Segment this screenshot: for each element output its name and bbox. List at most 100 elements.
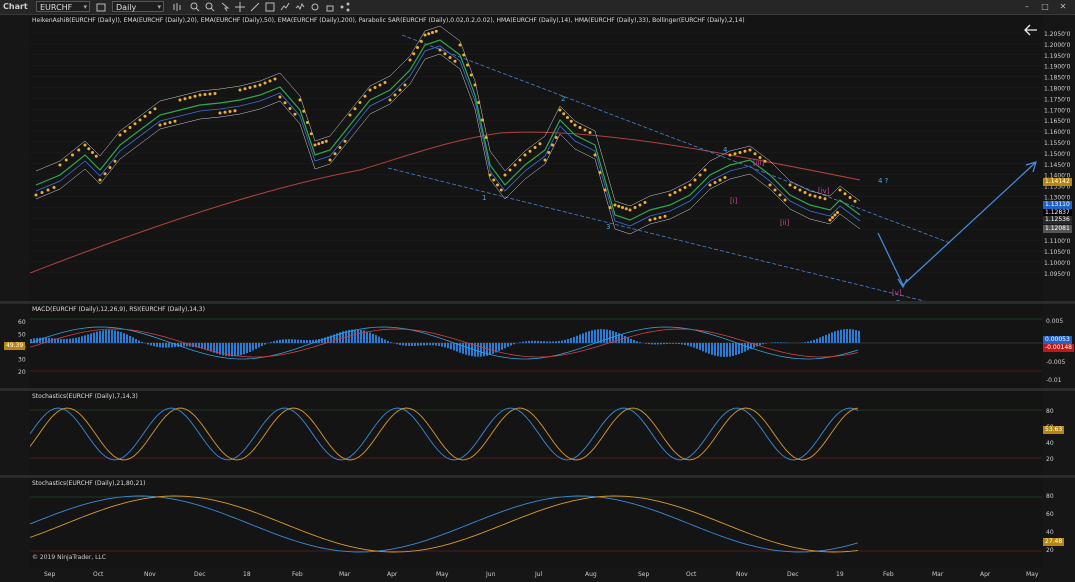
macd-histogram-bar [390,342,392,343]
macd-histogram-bar [501,343,503,350]
macd-rsi-panel[interactable]: MACD(EURCHF (Daily),12,26,9), RSI(EURCHF… [29,304,1042,388]
price-indicator-label: HeikenAshi8(EURCHF (Daily)), EMA(EURCHF … [32,17,745,24]
wave-label: 3 [606,223,610,231]
chart-menu-button[interactable]: Chart [3,1,28,12]
pointer-icon[interactable] [220,2,230,12]
sar-dot [718,178,722,182]
properties-icon[interactable] [310,2,320,12]
bar-type-icon[interactable] [172,2,182,12]
interval-selector[interactable]: Daily ▾ [112,1,164,12]
sar-dot [698,173,702,177]
sar-dot [668,193,672,197]
sar-dot [393,93,397,97]
macd-histogram-bar [744,343,746,352]
close-button[interactable]: ✕ [1058,2,1068,12]
macd-chart [29,318,1042,372]
macd-histogram-bar [102,330,104,343]
macd-histogram-bar [468,343,470,356]
instrument-selector[interactable]: EURCHF ▾ [36,1,90,12]
zoom-out-icon[interactable] [205,2,215,12]
time-axis-label: Oct [93,571,104,578]
macd-histogram-bar [552,341,554,343]
macd-histogram-bar [777,342,779,343]
macd-histogram-bar [297,339,299,343]
macd-histogram-bar [378,336,380,343]
macd-histogram-bar [651,343,653,345]
price-chart: 12344 ?5[i][ii][iii][iv][v] [29,25,1042,307]
sar-dot [788,183,792,187]
wave-label: [iii] [753,159,765,167]
share-icon[interactable] [340,2,350,12]
macd-histogram-bar [627,337,629,343]
sar-dot [469,73,473,77]
lock-icon[interactable] [325,2,335,12]
sar-dot [566,116,569,119]
macd-histogram-bar [429,343,431,346]
macd-histogram-bar [477,343,479,357]
macd-histogram-bar [606,329,608,343]
macd-histogram-bar [264,343,266,345]
sar-dot [438,48,442,52]
maximize-button[interactable]: □ [1040,2,1050,12]
sar-dot [653,217,657,221]
macd-histogram-bar [765,343,767,344]
sar-dot [663,214,667,218]
macd-histogram-bar [684,343,686,345]
zoom-in-icon[interactable] [190,2,200,12]
minimize-button[interactable]: – [1022,2,1032,12]
sar-dot [551,143,554,147]
calendar-icon[interactable] [96,2,106,12]
macd-indicator-label: MACD(EURCHF (Daily),12,26,9), RSI(EURCHF… [32,306,205,313]
drawing-tools-icon[interactable] [250,2,260,12]
strategies-icon[interactable] [280,2,290,12]
sar-dot [178,98,182,102]
macd-histogram-bar [657,343,659,345]
sar-dot [678,188,682,192]
macd-histogram-bar [702,343,704,352]
stoch-slow-axis-label: 40 [1046,529,1054,536]
macd-histogram-bar [162,343,164,348]
sar-dot [492,178,496,182]
macd-histogram-bar [498,343,500,352]
crosshair-icon[interactable] [235,2,245,12]
macd-histogram-bar [300,339,302,343]
price-axis-label: 1.1500'0 [1044,151,1071,158]
sar-dot [628,208,632,212]
macd-histogram-bar [126,334,128,343]
price-panel[interactable]: HeikenAshi8(EURCHF (Daily)), EMA(EURCHF … [29,15,1042,307]
price-axis[interactable]: 1.2050'0 1.2000'0 1.1950'0 1.1900'0 1.1850'0… [1042,15,1075,301]
macd-histogram-bar [285,339,287,343]
sar-dot [317,142,321,146]
macd-histogram-bar [594,329,596,343]
stochastics-slow-panel[interactable]: Stochastics(EURCHF (Daily),21,80,21) © 2… [29,478,1042,568]
time-axis-label: 18 [243,571,251,578]
macd-histogram-bar [555,341,557,343]
sar-dot [398,88,402,92]
templates-icon[interactable] [265,2,275,12]
macd-histogram-bar [837,330,839,343]
macd-histogram-bar [573,336,575,343]
stochastics-fast-panel[interactable]: Stochastics(EURCHF (Daily),7,14,3) [29,391,1042,475]
sar-dot [818,196,822,199]
stoch-slow-label: Stochastics(EURCHF (Daily),21,80,21) [32,480,146,487]
sar-dot [569,119,573,123]
sar-dot [496,183,499,187]
macd-histogram-bar [729,343,731,357]
sar-dot [633,206,637,209]
macd-histogram-bar [246,343,248,354]
price-axis-label: 1.1750'0 [1044,96,1071,103]
price-axis-label: 1.1950'0 [1044,53,1071,60]
macd-histogram-bar [576,335,578,343]
macd-histogram-bar [588,331,590,343]
macd-histogram-bar [483,343,485,357]
stoch-slow-axis-label: 20 [1046,547,1054,554]
macd-histogram-bar [597,329,599,343]
sar-dot [523,153,527,157]
indicators-icon[interactable] [295,2,305,12]
time-axis[interactable]: Sep Oct Nov Dec 18 Feb Mar Apr May Jun Jul Aug Sep Oc… [30,569,1042,582]
macd-histogram-bar [567,339,569,343]
macd-histogram-bar [720,343,722,357]
back-arrow-icon[interactable] [1024,24,1038,36]
macd-histogram-bar [252,343,254,351]
chart-toolbar: Chart EURCHF ▾ Daily ▾ – □ ✕ [0,0,1075,15]
